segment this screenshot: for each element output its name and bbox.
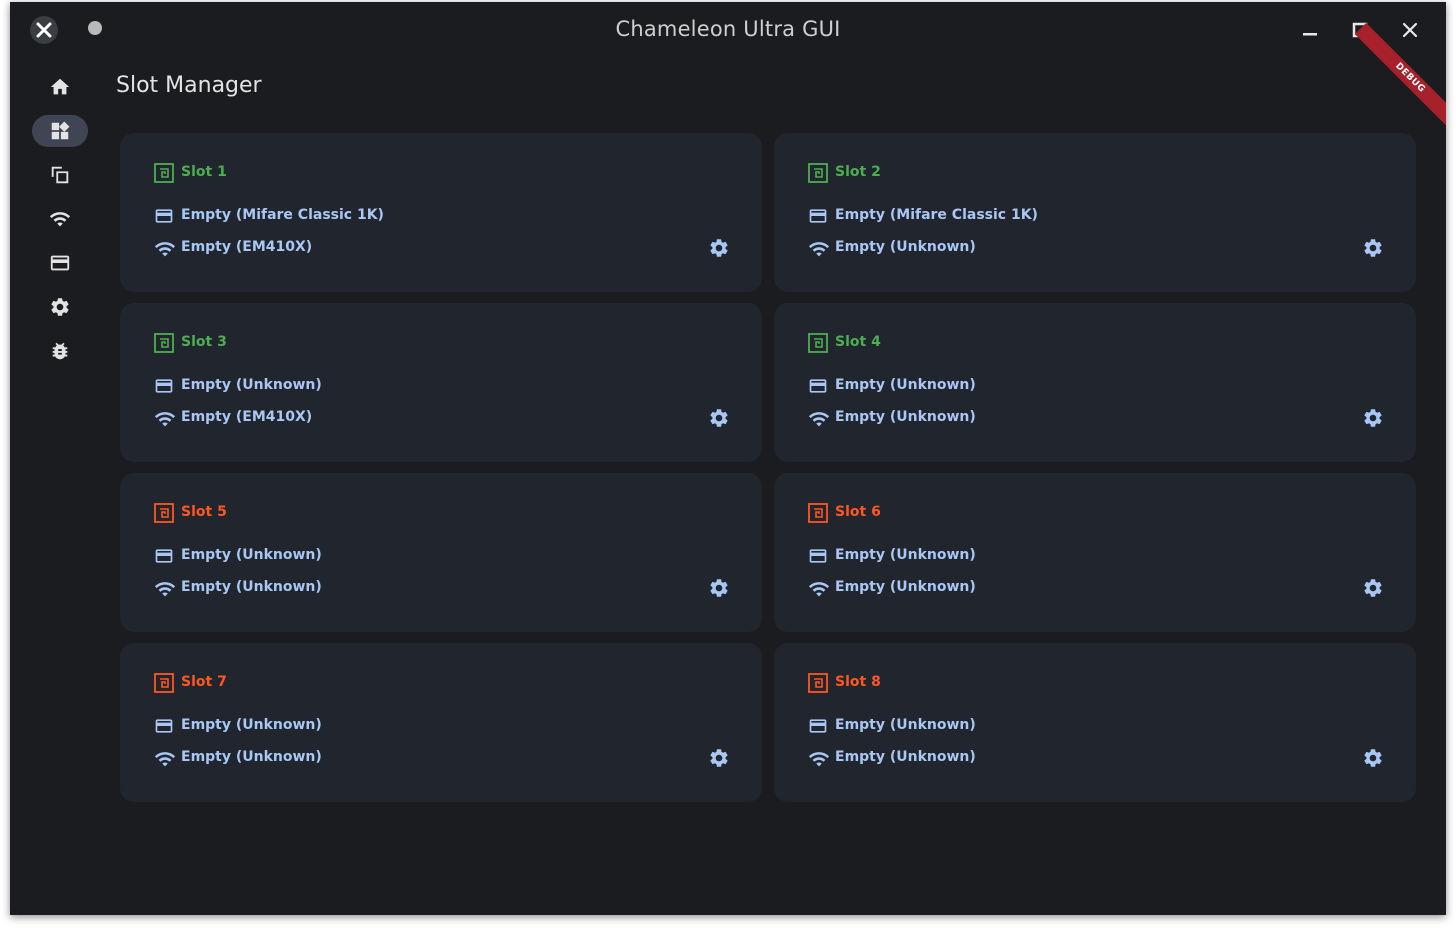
- title-bar[interactable]: Chameleon Ultra GUI: [10, 2, 1446, 58]
- slot-card-8: Slot 8 Empty (Unknown) Empty (Unknown): [774, 643, 1416, 802]
- slot-settings-gear-icon[interactable]: [708, 237, 730, 259]
- slot-chip-icon: [154, 333, 174, 353]
- hf-slot-label: Empty (Mifare Classic 1K): [181, 207, 384, 223]
- nav-home[interactable]: [32, 71, 88, 103]
- bug-icon: [52, 342, 68, 360]
- hf-slot-label: Empty (Unknown): [835, 717, 976, 733]
- gear-icon: [51, 298, 69, 316]
- window-title: Chameleon Ultra GUI: [615, 17, 841, 41]
- card-icon: [809, 549, 827, 563]
- slot-settings-gear-icon[interactable]: [708, 577, 730, 599]
- wifi-icon: [808, 412, 830, 427]
- wifi-icon: [808, 582, 830, 597]
- slot-settings-gear-icon[interactable]: [1362, 237, 1384, 259]
- slot-chip-icon: [808, 333, 828, 353]
- card-icon: [809, 209, 827, 223]
- page-title: Slot Manager: [116, 73, 262, 98]
- slot-chip-icon: [154, 673, 174, 693]
- home-icon: [50, 78, 70, 95]
- slot-settings-gear-icon[interactable]: [708, 407, 730, 429]
- card-icon: [809, 379, 827, 393]
- slot-name: Slot 2: [835, 164, 881, 180]
- slot-settings-gear-icon[interactable]: [1362, 747, 1384, 769]
- lf-slot-label: Empty (Unknown): [181, 579, 322, 595]
- slot-card-3: Slot 3 Empty (Unknown) Empty (EM410X): [120, 303, 762, 462]
- dashboard-icon: [51, 121, 70, 140]
- lf-slot-label: Empty (Unknown): [835, 239, 976, 255]
- hf-slot-label: Empty (Unknown): [835, 377, 976, 393]
- copy-icon: [51, 166, 69, 184]
- app-window: Chameleon Ultra GUI DEBUG Slot Manager S…: [10, 2, 1446, 915]
- lf-slot-label: Empty (Unknown): [181, 749, 322, 765]
- hf-slot-label: Empty (Unknown): [181, 377, 322, 393]
- slot-chip-icon: [154, 503, 174, 523]
- slot-settings-gear-icon[interactable]: [1362, 577, 1384, 599]
- lf-slot-label: Empty (Unknown): [835, 749, 976, 765]
- slot-chip-icon: [808, 503, 828, 523]
- slot-chip-icon: [808, 673, 828, 693]
- wifi-icon: [154, 242, 176, 257]
- slot-chip-icon: [808, 163, 828, 183]
- slot-card-4: Slot 4 Empty (Unknown) Empty (Unknown): [774, 303, 1416, 462]
- hf-slot-label: Empty (Mifare Classic 1K): [835, 207, 1038, 223]
- slot-settings-gear-icon[interactable]: [1362, 407, 1384, 429]
- slot-card-1: Slot 1 Empty (Mifare Classic 1K) Empty (…: [120, 133, 762, 292]
- lf-slot-label: Empty (EM410X): [181, 239, 313, 255]
- slot-name: Slot 8: [835, 674, 881, 690]
- lf-slot-label: Empty (Unknown): [835, 579, 976, 595]
- wifi-icon: [154, 582, 176, 597]
- slot-card-2: Slot 2 Empty (Mifare Classic 1K) Empty (…: [774, 133, 1416, 292]
- slot-name: Slot 7: [181, 674, 227, 690]
- card-icon: [155, 209, 173, 223]
- navigation-rail: [10, 58, 110, 915]
- hf-slot-label: Empty (Unknown): [181, 547, 322, 563]
- slot-name: Slot 4: [835, 334, 881, 350]
- wifi-icon: [154, 412, 176, 427]
- nav-debug[interactable]: [32, 335, 88, 367]
- slot-name: Slot 1: [181, 164, 227, 180]
- nav-settings[interactable]: [32, 291, 88, 323]
- nav-read-card[interactable]: [32, 203, 88, 235]
- lf-slot-label: Empty (EM410X): [181, 409, 313, 425]
- minimize-icon: [1303, 33, 1317, 36]
- minimize-button[interactable]: [1296, 16, 1324, 44]
- slot-settings-gear-icon[interactable]: [708, 747, 730, 769]
- nav-saved-cards[interactable]: [32, 159, 88, 191]
- card-icon: [155, 549, 173, 563]
- card-icon: [50, 255, 70, 271]
- slot-name: Slot 6: [835, 504, 881, 520]
- nav-slot-manager[interactable]: [32, 115, 88, 147]
- slot-chip-icon: [154, 163, 174, 183]
- wifi-icon: [154, 752, 176, 767]
- card-icon: [155, 379, 173, 393]
- slot-name: Slot 5: [181, 504, 227, 520]
- wifi-icon: [808, 242, 830, 257]
- slot-name: Slot 3: [181, 334, 227, 350]
- lf-slot-label: Empty (Unknown): [835, 409, 976, 425]
- slot-card-7: Slot 7 Empty (Unknown) Empty (Unknown): [120, 643, 762, 802]
- slot-card-5: Slot 5 Empty (Unknown) Empty (Unknown): [120, 473, 762, 632]
- close-button[interactable]: [1396, 16, 1424, 44]
- hf-slot-label: Empty (Unknown): [181, 717, 322, 733]
- close-icon: [1402, 22, 1418, 38]
- card-icon: [809, 719, 827, 733]
- wifi-icon: [808, 752, 830, 767]
- wifi-icon: [49, 212, 71, 227]
- slot-card-6: Slot 6 Empty (Unknown) Empty (Unknown): [774, 473, 1416, 632]
- card-icon: [155, 719, 173, 733]
- nav-write-card[interactable]: [32, 247, 88, 279]
- hf-slot-label: Empty (Unknown): [835, 547, 976, 563]
